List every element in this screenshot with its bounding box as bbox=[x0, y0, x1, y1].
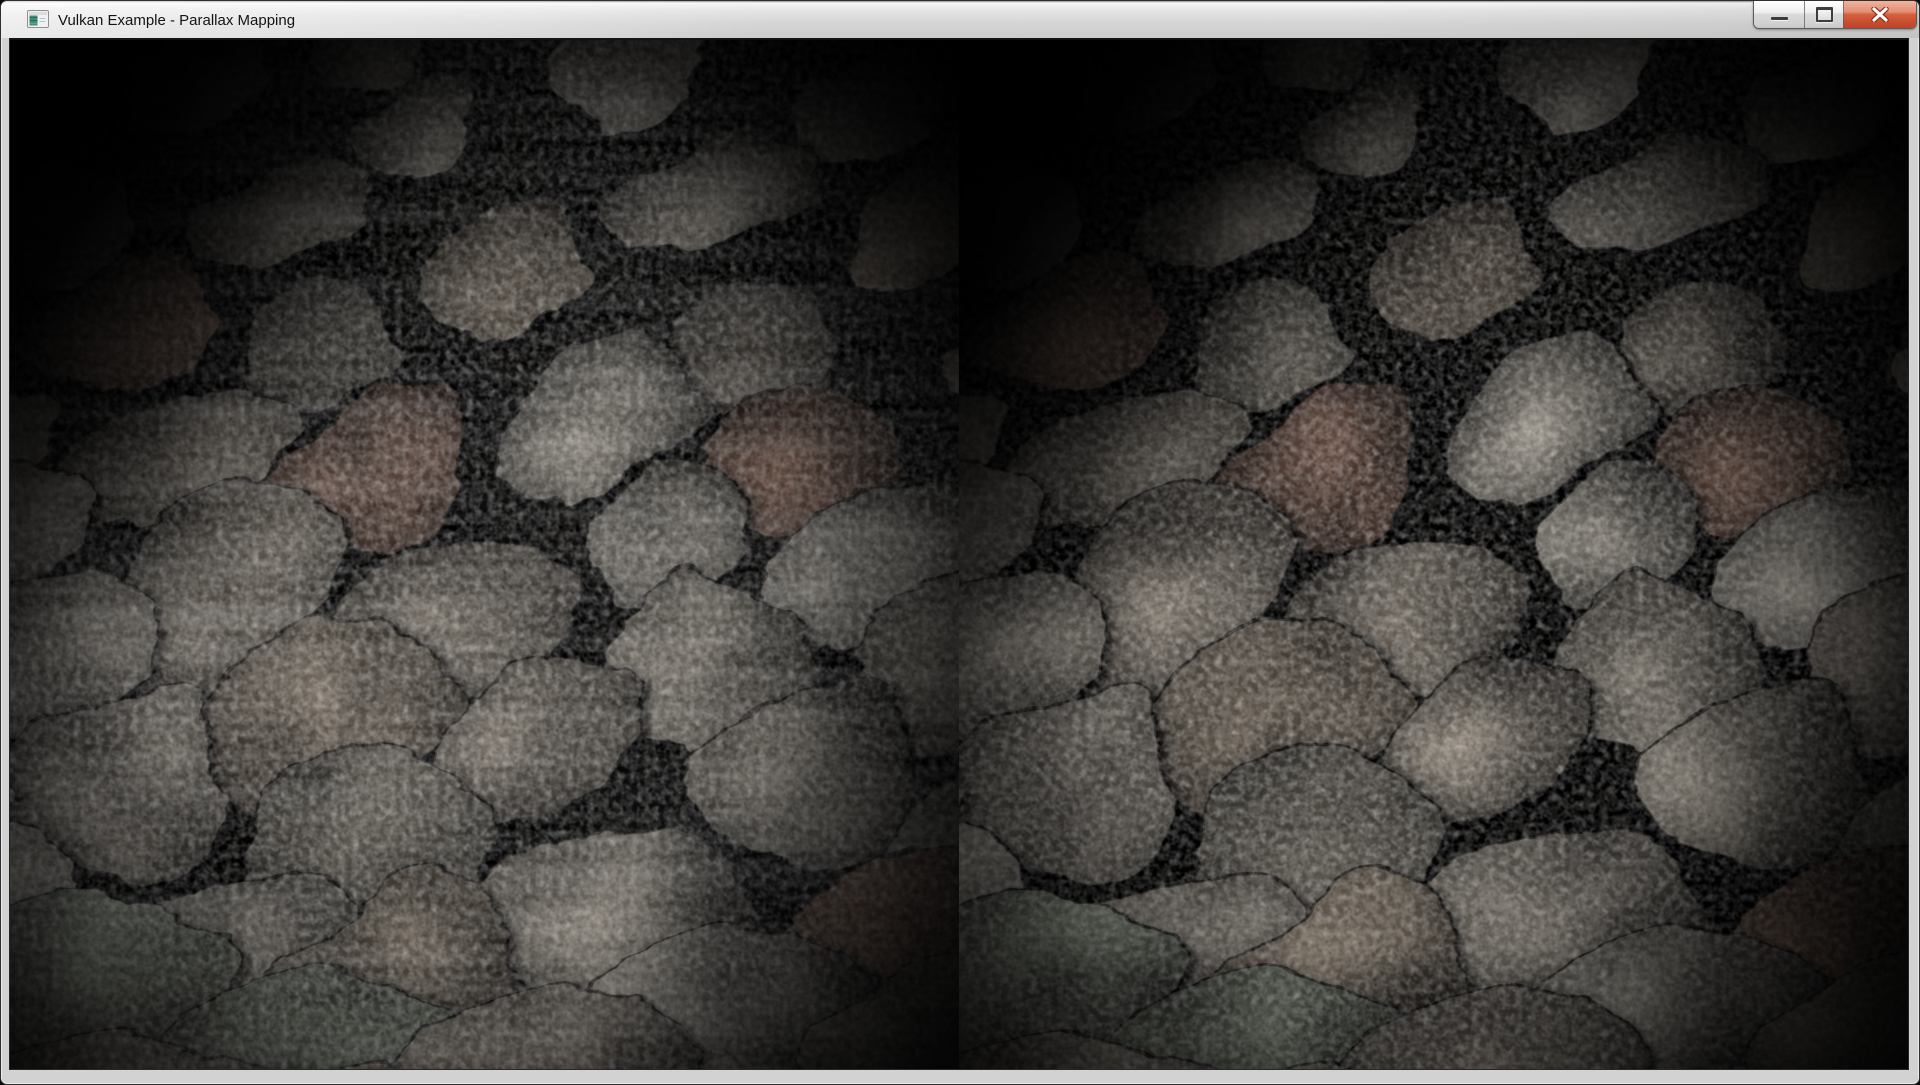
titlebar[interactable]: Vulkan Example - Parallax Mapping bbox=[1, 1, 1919, 38]
window-title: Vulkan Example - Parallax Mapping bbox=[58, 1, 295, 38]
maximize-icon bbox=[1816, 7, 1833, 22]
window-controls bbox=[1753, 1, 1917, 29]
app-window: Vulkan Example - Parallax Mapping bbox=[0, 0, 1920, 1085]
maximize-button[interactable] bbox=[1804, 1, 1843, 28]
minimize-button[interactable] bbox=[1754, 1, 1804, 28]
close-button[interactable] bbox=[1843, 1, 1916, 28]
left-viewport[interactable] bbox=[10, 40, 959, 1069]
app-icon bbox=[27, 10, 49, 28]
right-viewport[interactable] bbox=[959, 40, 1908, 1069]
minimize-icon bbox=[1771, 17, 1788, 20]
close-icon bbox=[1870, 7, 1890, 22]
render-area bbox=[9, 38, 1909, 1070]
